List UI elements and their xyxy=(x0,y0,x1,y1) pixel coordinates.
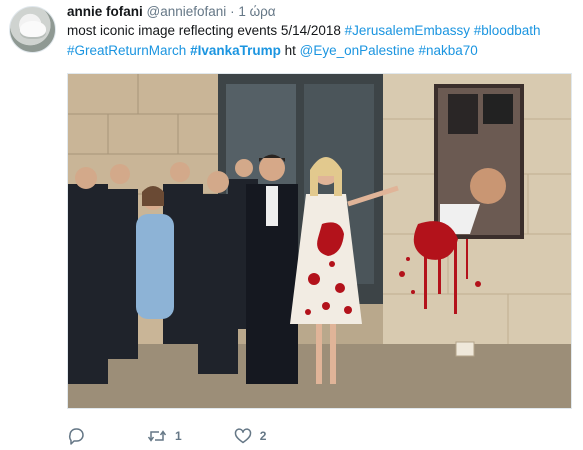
user-handle[interactable]: @anniefofani xyxy=(147,4,227,19)
separator-dot: · xyxy=(230,4,235,19)
hashtag-nakba70[interactable]: #nakba70 xyxy=(418,43,477,58)
speech-bubble-icon xyxy=(68,428,84,445)
avatar[interactable] xyxy=(9,6,56,53)
timestamp[interactable]: 1 ώρα xyxy=(238,4,275,19)
like-count: 2 xyxy=(259,429,267,443)
like-button[interactable]: 2 xyxy=(234,427,267,445)
hashtag-bloodbath[interactable]: #bloodbath xyxy=(474,23,541,38)
heart-outline-icon xyxy=(234,428,251,444)
tweet: annie fofani @anniefofani · 1 ώρα most i… xyxy=(0,0,583,450)
reply-button[interactable] xyxy=(67,427,85,445)
hashtag-ivankatrump[interactable]: #IvankaTrump xyxy=(190,43,281,58)
retweet-count: 1 xyxy=(175,429,182,443)
tweet-text: most iconic image reflecting events 5/14… xyxy=(67,21,572,61)
photo-illustration xyxy=(68,74,571,408)
tweet-header: annie fofani @anniefofani · 1 ώρα xyxy=(67,3,276,21)
hashtag-greatreturnmarch[interactable]: #GreatReturnMarch xyxy=(67,43,186,58)
retweet-arrows-icon xyxy=(147,430,167,442)
avatar-image xyxy=(20,21,46,37)
mention-eye-onpalestine[interactable]: @Eye_onPalestine xyxy=(300,43,415,58)
hashtag-jerusalemembassy[interactable]: #JerusalemEmbassy xyxy=(345,23,470,38)
display-name[interactable]: annie fofani xyxy=(67,4,143,19)
text-segment: ht xyxy=(280,43,300,58)
tweet-photo[interactable] xyxy=(67,73,572,409)
text-segment: most iconic image reflecting events 5/14… xyxy=(67,23,345,38)
tweet-actions: 1 2 xyxy=(67,425,266,447)
retweet-button[interactable]: 1 xyxy=(147,427,182,445)
